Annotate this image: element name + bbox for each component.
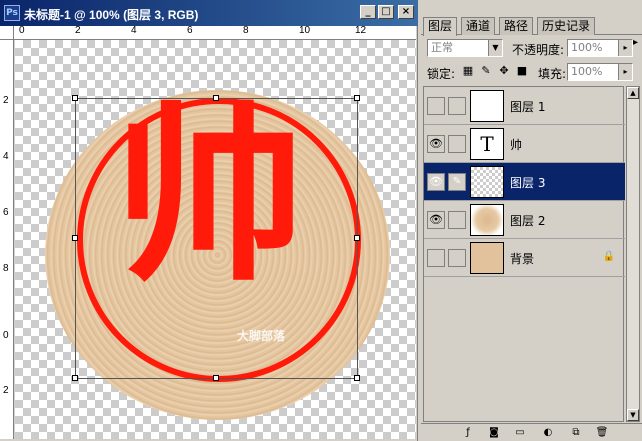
- layer-thumbnail: [470, 242, 504, 274]
- blend-mode-value: 正常: [431, 41, 453, 54]
- panel-header[interactable]: [421, 0, 642, 17]
- ruler-label: 8: [3, 263, 9, 274]
- ruler-label: 6: [3, 207, 9, 218]
- layer-name: 图层 2: [510, 214, 546, 228]
- link-toggle[interactable]: [448, 97, 466, 115]
- eye-icon[interactable]: 👁: [427, 173, 445, 191]
- new-layer-icon[interactable]: ⧉: [569, 426, 583, 440]
- lock-label: 锁定:: [427, 67, 456, 81]
- layer-name: 背景: [510, 252, 535, 266]
- adjustment-layer-icon[interactable]: ◐: [541, 426, 555, 440]
- horizontal-ruler[interactable]: 0 2 4 6 8 10 12: [14, 25, 416, 40]
- scroll-up-icon[interactable]: ▲: [627, 87, 639, 99]
- eye-icon[interactable]: 👁: [427, 135, 445, 153]
- ruler-label: 8: [243, 25, 249, 36]
- layers-scrollbar[interactable]: ▲ ▼: [626, 86, 640, 422]
- delete-layer-icon[interactable]: 🗑: [595, 426, 609, 440]
- transform-handle[interactable]: [354, 95, 360, 101]
- transform-handle[interactable]: [354, 375, 360, 381]
- new-set-icon[interactable]: ▭: [513, 426, 527, 440]
- add-mask-icon[interactable]: ◙: [487, 426, 501, 440]
- text-layer-thumbnail: T: [470, 128, 504, 160]
- layer-name: 帅: [510, 138, 523, 152]
- photoshop-icon: Ps: [4, 5, 20, 21]
- tab-layers[interactable]: 图层: [423, 17, 458, 36]
- transform-handle[interactable]: [72, 375, 78, 381]
- layer-style-icon[interactable]: ƒ: [461, 426, 475, 440]
- transform-handle[interactable]: [213, 95, 219, 101]
- transform-handle[interactable]: [72, 235, 78, 241]
- link-toggle[interactable]: [448, 135, 466, 153]
- transform-handle[interactable]: [354, 235, 360, 241]
- free-transform-box[interactable]: [72, 95, 360, 381]
- chevron-down-icon: ▼: [488, 40, 502, 56]
- layers-panel: 图层 通道 路径 历史记录 ▸ 正常 ▼ 不透明度: 100% ▸ 锁定: ▦ …: [421, 0, 642, 441]
- fill-field[interactable]: 100% ▸: [567, 63, 633, 81]
- close-button[interactable]: ×: [398, 5, 414, 19]
- ruler-label: 12: [355, 25, 367, 36]
- visibility-toggle[interactable]: [427, 97, 445, 115]
- layer-name: 图层 3: [510, 176, 546, 190]
- panel-tabs: 图层 通道 路径 历史记录 ▸: [421, 17, 642, 48]
- ruler-label: 4: [131, 25, 137, 36]
- layer-row[interactable]: 背景 🔒: [424, 239, 625, 277]
- ruler-label: 2: [3, 95, 9, 106]
- opacity-field[interactable]: 100% ▸: [567, 39, 633, 57]
- layer-name: 图层 1: [510, 100, 546, 114]
- document-title-bar[interactable]: Ps 未标题-1 @ 100% (图层 3, RGB) _ □ ×: [0, 0, 418, 26]
- layer-row[interactable]: 👁 T 帅: [424, 125, 625, 163]
- chevron-right-icon: ▸: [618, 64, 632, 80]
- layers-bottom-toolbar: ƒ ◙ ▭ ◐ ⧉ 🗑: [421, 423, 642, 441]
- transform-handle[interactable]: [72, 95, 78, 101]
- ruler-label: 2: [75, 25, 81, 36]
- canvas[interactable]: 帅 大脚部落: [15, 40, 416, 439]
- ruler-label: 0: [19, 25, 25, 36]
- blend-mode-select[interactable]: 正常 ▼: [427, 39, 503, 57]
- chevron-right-icon: ▸: [618, 40, 632, 56]
- layer-row[interactable]: 👁 ✎ 图层 3: [424, 163, 625, 201]
- ruler-label: 6: [187, 25, 193, 36]
- layer-row[interactable]: 👁 图层 2: [424, 201, 625, 239]
- document-title: 未标题-1 @ 100% (图层 3, RGB): [24, 8, 199, 22]
- vertical-ruler[interactable]: 2 4 6 8 0 2: [0, 40, 14, 439]
- lock-brush-icon[interactable]: ✎: [479, 64, 493, 78]
- ruler-label: 2: [3, 385, 9, 396]
- tab-channels[interactable]: 通道: [461, 17, 496, 35]
- layer-thumbnail: [470, 166, 504, 198]
- minimize-button[interactable]: _: [360, 5, 376, 19]
- document-window: Ps 未标题-1 @ 100% (图层 3, RGB) _ □ × 0 2 4 …: [0, 0, 418, 441]
- tab-paths[interactable]: 路径: [499, 17, 534, 35]
- fill-label: 填充:: [538, 67, 567, 81]
- opacity-value: 100%: [571, 41, 603, 54]
- link-toggle[interactable]: [448, 211, 466, 229]
- eye-icon[interactable]: 👁: [427, 211, 445, 229]
- maximize-button[interactable]: □: [378, 5, 394, 19]
- ruler-label: 10: [299, 25, 311, 36]
- lock-all-icon[interactable]: ■: [515, 64, 529, 78]
- tab-history[interactable]: 历史记录: [537, 17, 596, 35]
- scroll-down-icon[interactable]: ▼: [627, 409, 639, 421]
- opacity-label: 不透明度:: [512, 43, 565, 57]
- fill-value: 100%: [571, 65, 603, 78]
- layer-row[interactable]: 图层 1: [424, 87, 625, 125]
- layers-list: 图层 1 👁 T 帅 👁 ✎ 图层 3 👁 图层 2 背景 🔒: [423, 86, 625, 422]
- lock-transparency-icon[interactable]: ▦: [461, 64, 475, 78]
- brush-icon[interactable]: ✎: [448, 173, 466, 191]
- layer-thumbnail: [470, 90, 504, 122]
- ruler-origin[interactable]: [0, 26, 14, 40]
- lock-move-icon[interactable]: ✥: [497, 64, 511, 78]
- link-toggle[interactable]: [448, 249, 466, 267]
- transform-handle[interactable]: [213, 375, 219, 381]
- ruler-label: 0: [3, 330, 9, 341]
- layer-thumbnail: [470, 204, 504, 236]
- visibility-toggle[interactable]: [427, 249, 445, 267]
- lock-icon: 🔒: [602, 251, 615, 262]
- ruler-label: 4: [3, 151, 9, 162]
